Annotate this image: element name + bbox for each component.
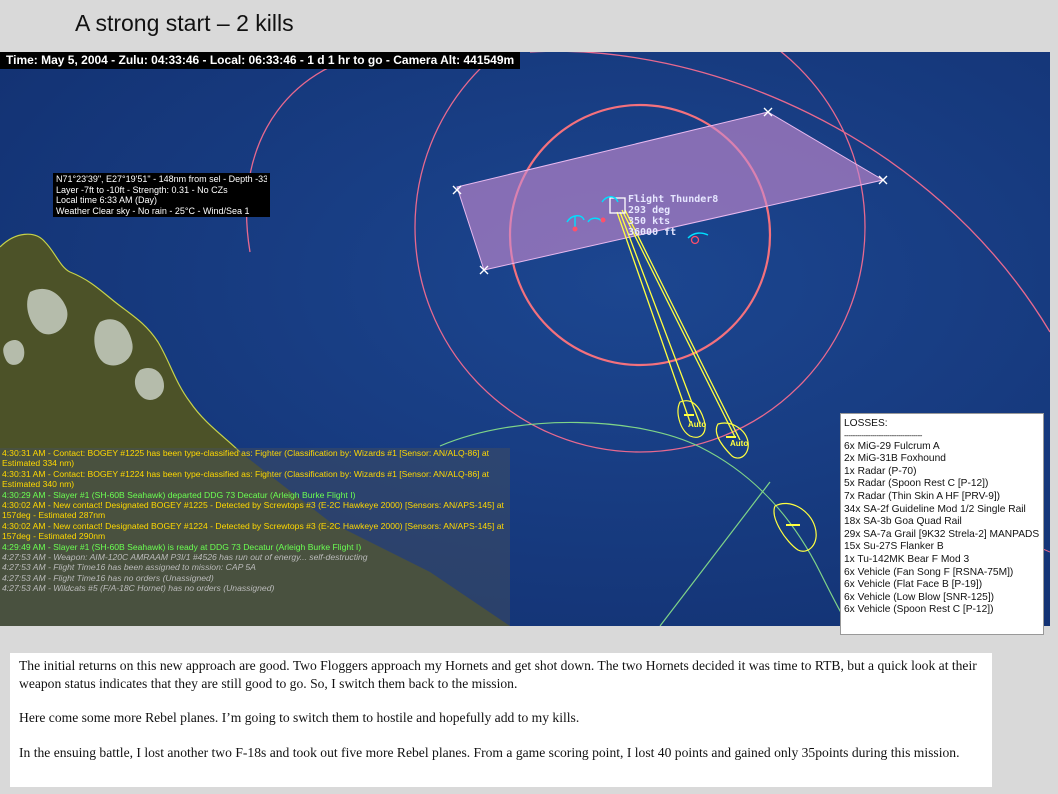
narrative-paragraph: Here come some more Rebel planes. I’m go…	[19, 710, 580, 725]
losses-separator: ------------------------------------	[844, 430, 922, 440]
log-entry: 4:30:31 AM - Contact: BOGEY #1225 has be…	[2, 448, 490, 469]
time-bar: Time: May 5, 2004 - Zulu: 04:33:46 - Loc…	[0, 52, 521, 69]
losses-item: 1x Radar (P-70)	[844, 465, 917, 477]
narrative-paragraph: In the ensuing battle, I lost another tw…	[19, 744, 960, 760]
info-coordinates: N71°23'39", E27°19'51" - 148nm from sel …	[56, 174, 267, 184]
auto-label-2: Auto	[730, 439, 748, 448]
losses-item: 15x Su-27S Flanker B	[844, 541, 944, 553]
info-layer: Layer -7ft to -10ft - Strength: 0.31 - N…	[56, 184, 228, 195]
log-entry: 4:30:31 AM - Contact: BOGEY #1224 has be…	[2, 468, 490, 490]
unit-speed-label: 350 kts	[628, 216, 670, 227]
narrative-text-box: The initial returns on this new approach…	[10, 653, 992, 787]
log-entry: 4:27:53 AM - Flight Time16 has no orders…	[2, 572, 214, 583]
losses-item: 34x SA-2f Guideline Mod 1/2 Single Rail	[844, 503, 1026, 515]
log-entry: 4:30:02 AM - New contact! Designated BOG…	[2, 500, 504, 521]
losses-item: 1x Tu-142MK Bear F Mod 3	[844, 553, 970, 565]
losses-item: 6x MiG-29 Fulcrum A	[844, 440, 940, 452]
losses-title: LOSSES:	[844, 418, 888, 429]
losses-item: 6x Vehicle (Spoon Rest C [P-12])	[844, 604, 994, 616]
narrative-paragraph: The initial returns on this new approach…	[19, 658, 977, 691]
cursor-info-box: N71°23'39", E27°19'51" - 148nm from sel …	[53, 173, 270, 217]
losses-item: 18x SA-3b Goa Quad Rail	[844, 516, 962, 528]
log-entry: 4:27:53 AM - Weapon: AIM-120C AMRAAM P3I…	[2, 552, 368, 563]
losses-item: 29x SA-7a Grail [9K32 Strela-2] MANPADS	[844, 528, 1040, 540]
losses-item: 5x Radar (Spoon Rest C [P-12])	[844, 478, 989, 490]
log-entry: 4:27:53 AM - Wildcats #5 (F/A-18C Hornet…	[2, 583, 275, 594]
message-log[interactable]: 4:30:31 AM - Contact: BOGEY #1225 has be…	[0, 448, 510, 626]
unit-heading-label: 293 deg	[628, 205, 670, 216]
losses-panel: LOSSES: --------------------------------…	[840, 413, 1044, 635]
slide-title: A strong start – 2 kills	[75, 10, 294, 36]
losses-item: 2x MiG-31B Foxhound	[844, 453, 946, 465]
losses-item: 6x Vehicle (Fan Song F [RSNA-75M])	[844, 566, 1014, 578]
losses-item: 6x Vehicle (Flat Face B [P-19])	[844, 579, 983, 591]
log-entry: 4:30:02 AM - New contact! Designated BOG…	[2, 520, 504, 542]
unit-altitude-label: 36000 ft	[628, 227, 676, 238]
losses-item: 6x Vehicle (Low Blow [SNR-125])	[844, 591, 995, 603]
auto-label-1: Auto	[688, 420, 706, 429]
info-weather: Weather Clear sky - No rain - 25°C - Win…	[56, 205, 250, 216]
unit-name-label: Flight Thunder8	[628, 193, 718, 205]
info-local-time: Local time 6:33 AM (Day)	[56, 195, 158, 205]
log-entry: 4:30:29 AM - Slayer #1 (SH-60B Seahawk) …	[2, 489, 356, 500]
log-entry: 4:27:53 AM - Flight Time16 has been assi…	[2, 562, 256, 573]
losses-item: 7x Radar (Thin Skin A HF [PRV-9])	[844, 490, 1001, 502]
log-entry: 4:29:49 AM - Slayer #1 (SH-60B Seahawk) …	[2, 541, 362, 552]
